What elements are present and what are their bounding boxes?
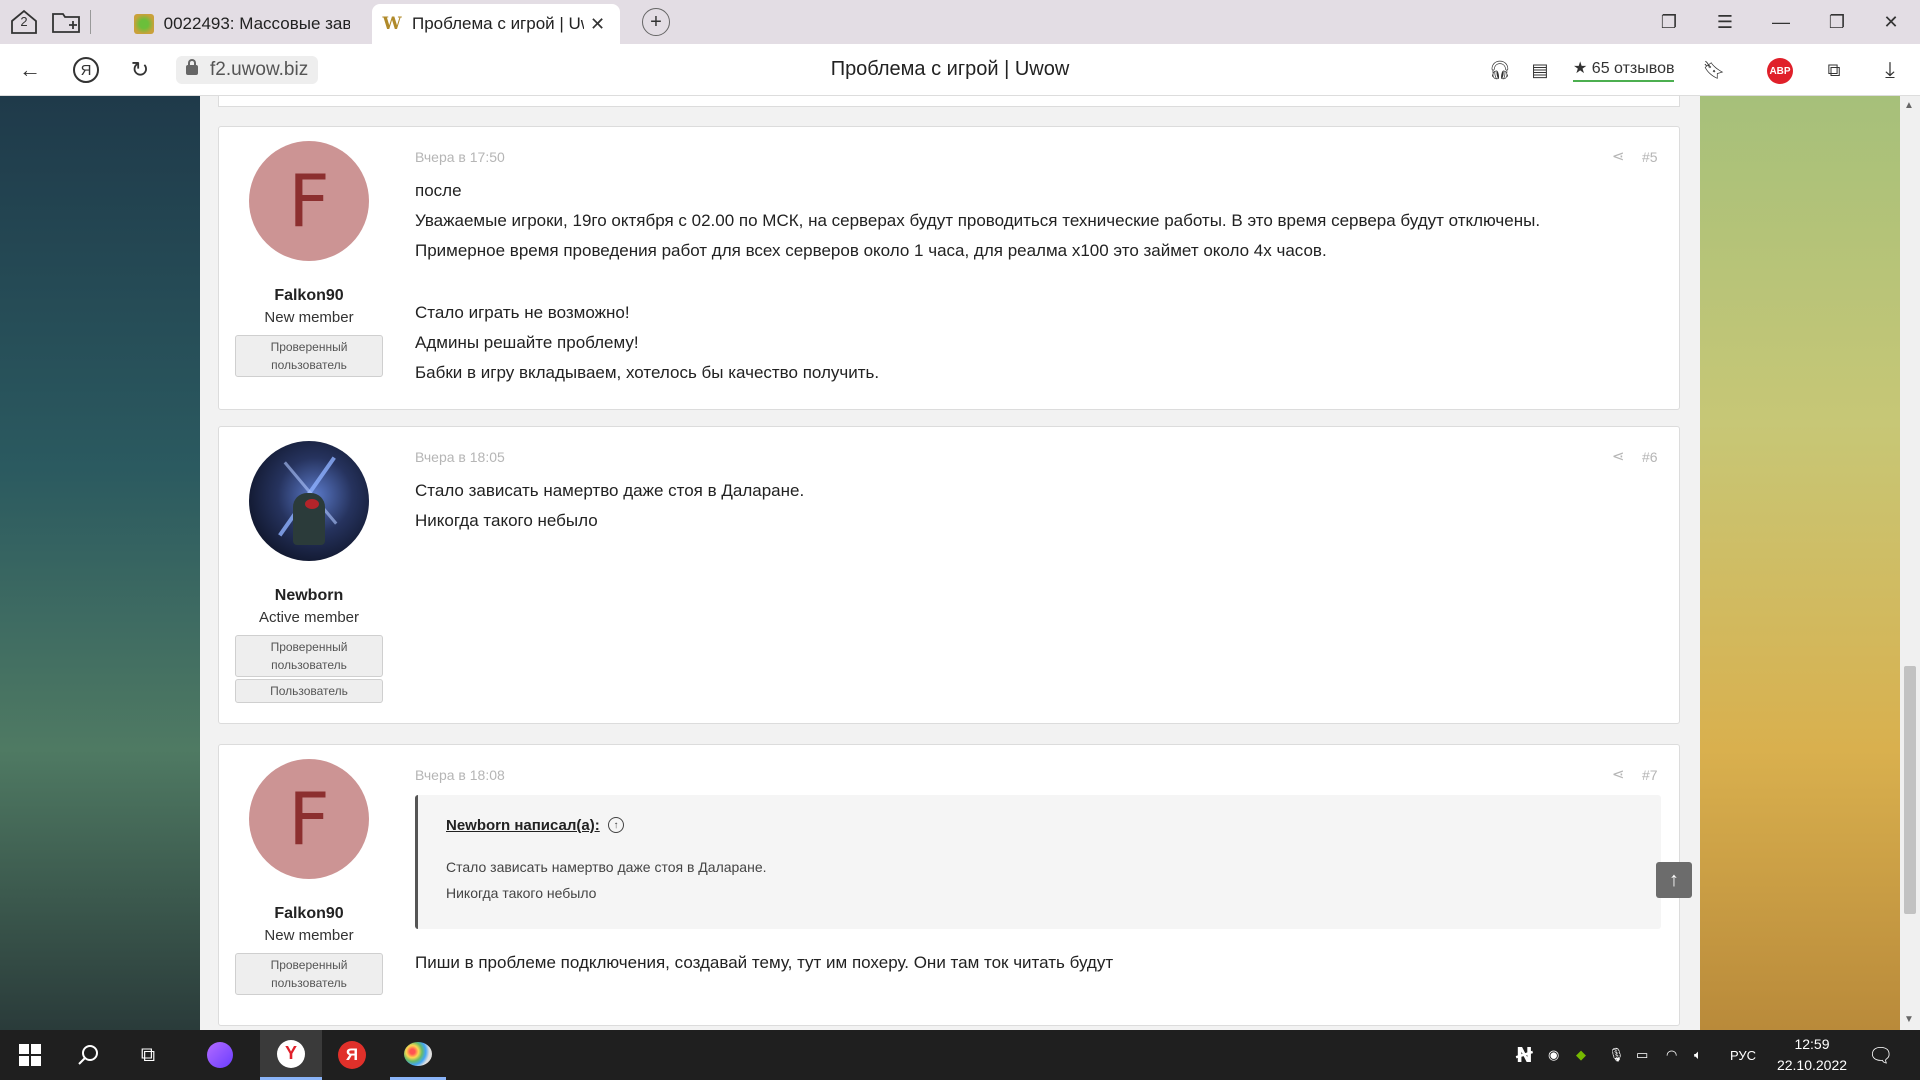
notifications-icon[interactable]: 🗨︎ — [1868, 1030, 1893, 1080]
user-badge: Проверенный пользователь — [235, 953, 383, 995]
quote-block: Newborn написал(а): ↑ Стало зависать нам… — [415, 795, 1661, 929]
post-text-line: Пиши в проблеме подключения, создавай те… — [415, 953, 1114, 972]
page-background-right — [1700, 96, 1900, 1030]
tab-divider — [90, 10, 91, 34]
wow-favicon-icon: W — [382, 14, 402, 34]
nvidia-icon[interactable]: ◆ — [1576, 1030, 1586, 1080]
close-tab-icon[interactable]: ✕ — [590, 14, 605, 35]
tab-counter-button[interactable]: 2 — [6, 6, 42, 38]
volume-icon[interactable]: 🔈︎ — [1694, 1030, 1702, 1080]
user-badge: Проверенный пользователь — [235, 335, 383, 377]
share-icon[interactable]: ⋖ — [1612, 147, 1625, 165]
adblock-icon[interactable]: ABP — [1767, 58, 1793, 84]
post-text-line: Примерное время проведения работ для все… — [415, 241, 1327, 260]
plus-icon: + — [650, 10, 662, 33]
arrow-up-circle-icon[interactable]: ↑ — [608, 817, 624, 833]
post-number[interactable]: #7 — [1642, 767, 1658, 783]
scrollbar[interactable]: ▲ ▼ — [1900, 96, 1920, 1030]
post-text-line: Бабки в игру вкладываем, хотелось бы кач… — [415, 363, 880, 382]
yandex-browser-taskbar-icon[interactable]: Y — [260, 1030, 322, 1080]
user-badge: Пользователь — [235, 679, 383, 703]
bug-favicon-icon — [134, 14, 154, 34]
tab-counter: 2 — [20, 14, 28, 29]
paint-app-icon[interactable] — [390, 1030, 446, 1080]
post-date[interactable]: Вчера в 17:50 — [415, 149, 505, 165]
quote-text-line: Никогда такого небыло — [446, 885, 597, 901]
yandex-taskbar-icon[interactable]: Я — [328, 1030, 376, 1080]
share-icon[interactable]: ⋖ — [1612, 447, 1625, 465]
tray-icon-record[interactable]: ◉ — [1548, 1030, 1559, 1080]
post-date[interactable]: Вчера в 18:08 — [415, 767, 505, 783]
share-icon[interactable]: ⋖ — [1612, 765, 1625, 783]
task-view-icon[interactable]: ⧉ — [126, 1030, 170, 1080]
battery-icon[interactable]: ▭ — [1636, 1030, 1648, 1080]
reader-mode-icon[interactable]: ▤ — [1522, 54, 1558, 86]
forum-thread: F Falkon90 New member Проверенный пользо… — [200, 96, 1700, 1030]
post-number[interactable]: #5 — [1642, 149, 1658, 165]
avatar[interactable]: F — [249, 759, 369, 879]
user-role: New member — [264, 309, 354, 326]
close-window-icon[interactable]: ✕ — [1866, 6, 1916, 38]
minimize-icon[interactable]: — — [1756, 6, 1806, 38]
scroll-to-top-button[interactable]: ↑ — [1656, 862, 1692, 898]
scroll-up-arrow-icon[interactable]: ▲ — [1904, 100, 1914, 111]
avatar[interactable] — [249, 441, 369, 561]
scroll-down-arrow-icon[interactable]: ▼ — [1904, 1014, 1914, 1025]
new-folder-icon[interactable] — [48, 6, 84, 38]
wifi-icon[interactable]: ◠ — [1666, 1030, 1677, 1080]
post: F Falkon90 New member Проверенный пользо… — [218, 744, 1680, 1026]
quote-text-line: Стало зависать намертво даже стоя в Дала… — [446, 859, 767, 875]
user-role: New member — [264, 927, 354, 944]
avatar[interactable]: F — [249, 141, 369, 261]
taskbar: ⧉ Y Я Ꞥ ◉ ◆ 🎙︎ ▭ ◠ 🔈︎ РУС 12:59 22.10.20… — [0, 1030, 1920, 1080]
language-indicator[interactable]: РУС — [1730, 1030, 1756, 1080]
headphones-icon[interactable]: 🎧︎ — [1482, 54, 1518, 86]
reviews-count: 65 отзывов — [1591, 60, 1675, 77]
tray-icon-n[interactable]: Ꞥ — [1516, 1030, 1533, 1080]
new-tab-button[interactable]: + — [642, 8, 670, 36]
username[interactable]: Newborn — [219, 587, 399, 605]
post-number[interactable]: #6 — [1642, 449, 1658, 465]
clock-time: 12:59 — [1794, 1036, 1830, 1052]
post-text-line: Стало зависать намертво даже стоя в Дала… — [415, 481, 805, 500]
user-role: Active member — [258, 609, 360, 626]
collections-icon[interactable]: ⧉ — [1816, 54, 1852, 86]
page-background-left — [0, 96, 200, 1030]
clock-date: 22.10.2022 — [1776, 1057, 1848, 1073]
browser-titlebar: 2 0022493: Массовые зависания W Проблема… — [0, 0, 1920, 44]
windows-start-icon[interactable] — [8, 1030, 52, 1080]
address-bar: ← Я ↻ f2.uwow.biz Проблема с игрой | Uwo… — [0, 44, 1920, 96]
post-text-line: Стало играть не возможно! — [415, 303, 630, 322]
clock[interactable]: 12:59 22.10.2022 — [1762, 1034, 1862, 1076]
post-text-line: после — [415, 181, 462, 200]
post-text-line: Админы решайте проблему! — [415, 333, 639, 352]
post-text-line: Никогда такого небыло — [415, 511, 598, 530]
restore-icon[interactable]: ❐ — [1812, 6, 1862, 38]
user-badge: Проверенный пользователь — [235, 635, 383, 677]
bookmark-icon[interactable]: 🔖︎ — [1696, 54, 1732, 86]
menu-icon[interactable]: ☰ — [1700, 6, 1750, 38]
scrollbar-thumb[interactable] — [1904, 666, 1916, 914]
post: Newborn Active member Проверенный пользо… — [218, 426, 1680, 724]
search-icon[interactable] — [66, 1030, 110, 1080]
tab-manager-icon[interactable]: ❐ — [1644, 6, 1694, 38]
username[interactable]: Falkon90 — [219, 287, 399, 305]
reviews-badge[interactable]: ★ 65 отзывов — [1573, 58, 1675, 82]
post-text-line: Уважаемые игроки, 19го октября с 02.00 п… — [415, 211, 1541, 230]
quote-author-link[interactable]: Newborn написал(а): — [446, 817, 600, 834]
post-date[interactable]: Вчера в 18:05 — [415, 449, 505, 465]
alice-assistant-icon[interactable] — [196, 1030, 244, 1080]
download-icon[interactable]: ⤓ — [1872, 54, 1908, 86]
star-icon: ★ — [1573, 60, 1588, 77]
previous-post-bottom — [218, 96, 1680, 107]
microphone-icon[interactable]: 🎙︎ — [1608, 1030, 1625, 1080]
post: F Falkon90 New member Проверенный пользо… — [218, 126, 1680, 410]
tab-uwow[interactable]: W Проблема с игрой | Uwow ✕ — [372, 4, 620, 44]
tab-mantis[interactable]: 0022493: Массовые зависания — [124, 4, 360, 44]
username[interactable]: Falkon90 — [219, 905, 399, 923]
